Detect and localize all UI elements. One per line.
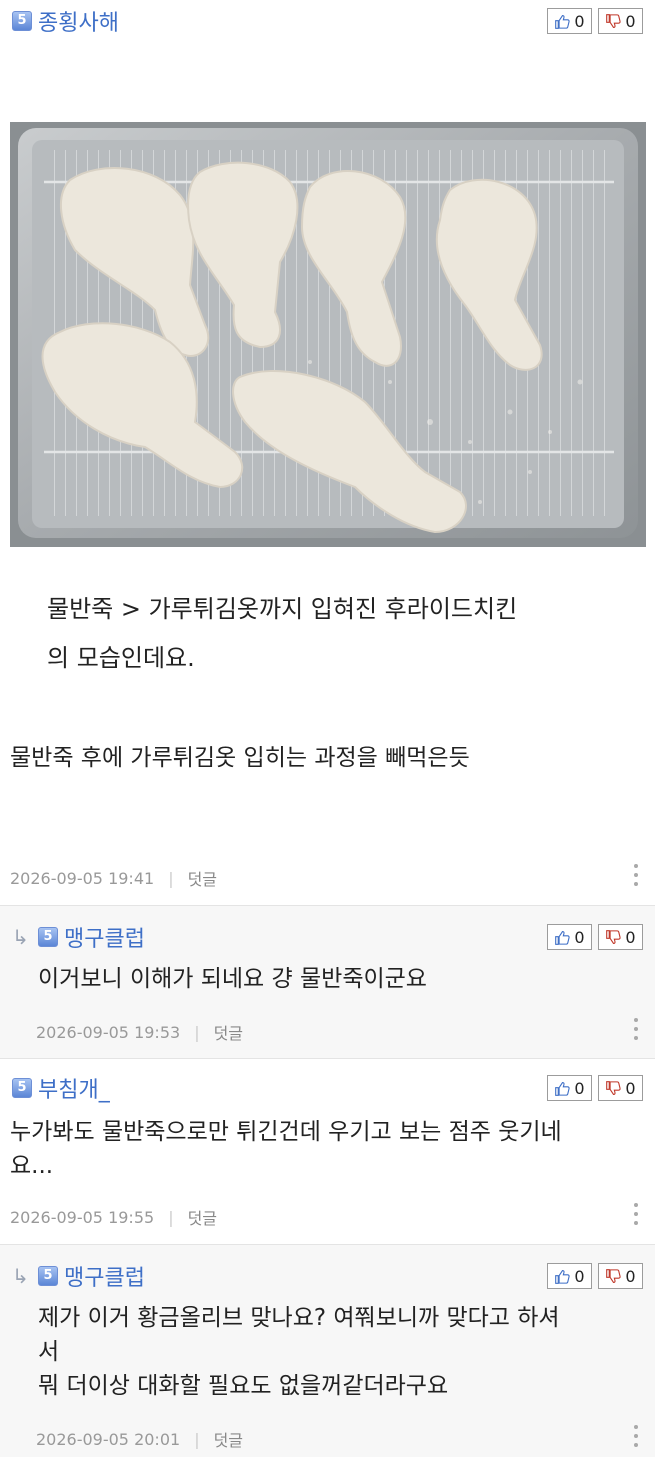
- comment-header: ↳ 5 맹구클럽: [12, 1261, 145, 1291]
- nickname-link[interactable]: 부침개_: [38, 1072, 110, 1104]
- dislike-button[interactable]: 0: [598, 924, 643, 950]
- level-badge: 5: [38, 1266, 58, 1286]
- comment-header: 5 종횡사해: [12, 6, 119, 36]
- like-button[interactable]: 0: [547, 924, 592, 950]
- comment-text: 누가봐도 물반죽으로만 튀긴건데 우기고 보는 점주 웃기네 요...: [10, 1115, 562, 1183]
- comment-date: 2026-09-05 19:41: [10, 868, 155, 888]
- comment-header: 5 부침개_: [12, 1073, 110, 1103]
- dislike-count: 0: [625, 1266, 636, 1286]
- quote-line: 의 모습인데요.: [47, 644, 195, 672]
- comment-meta: 2026-09-05 19:53 | 덧글: [36, 1020, 243, 1044]
- comment-text: 제가 이거 황금올리브 맞나요? 여쭤보니까 맞다고 하셔 서 뭐 더이상 대화…: [38, 1301, 560, 1403]
- separator: |: [194, 1429, 200, 1449]
- like-count: 0: [574, 11, 585, 31]
- more-vertical-icon[interactable]: [631, 1018, 641, 1040]
- more-vertical-icon[interactable]: [631, 1425, 641, 1447]
- reply-arrow-icon: ↳: [12, 1264, 29, 1288]
- comment-text: 이거보니 이해가 되네요 걍 물반죽이군요: [38, 966, 427, 992]
- dislike-count: 0: [625, 1078, 636, 1098]
- like-count: 0: [574, 1078, 585, 1098]
- level-badge: 5: [38, 927, 58, 947]
- quote-line: 물반죽 > 가루튀김옷까지 입혀진 후라이드치킨: [47, 595, 518, 623]
- nickname-link[interactable]: 종횡사해: [38, 5, 119, 37]
- vote-buttons: 0 0: [547, 1075, 643, 1101]
- like-button[interactable]: 0: [547, 8, 592, 34]
- thumbs-up-icon: [555, 14, 571, 29]
- vote-buttons: 0 0: [547, 924, 643, 950]
- like-button[interactable]: 0: [547, 1075, 592, 1101]
- separator: |: [168, 1207, 174, 1227]
- comment-text-line: 누가봐도 물반죽으로만 튀긴건데 우기고 보는 점주 웃기네: [10, 1119, 562, 1145]
- vote-buttons: 0 0: [547, 1263, 643, 1289]
- more-vertical-icon[interactable]: [631, 864, 641, 886]
- comment-text-line: 뭐 더이상 대화할 필요도 없을꺼같더라구요: [38, 1373, 449, 1399]
- dislike-button[interactable]: 0: [598, 1075, 643, 1101]
- level-badge: 5: [12, 11, 32, 31]
- comment-text: 물반죽 후에 가루튀김옷 입히는 과정을 빼먹은듯: [10, 745, 470, 771]
- more-vertical-icon[interactable]: [631, 1203, 641, 1225]
- comment-text-line: 제가 이거 황금올리브 맞나요? 여쭤보니까 맞다고 하셔: [38, 1305, 560, 1331]
- dislike-count: 0: [625, 11, 636, 31]
- reply-arrow-icon: ↳: [12, 925, 29, 949]
- reply-link[interactable]: 덧글: [214, 1427, 243, 1451]
- comment-header: ↳ 5 맹구클럽: [12, 922, 145, 952]
- attached-image: [10, 122, 646, 547]
- reply-link[interactable]: 덧글: [188, 866, 217, 890]
- separator: |: [168, 868, 174, 888]
- nickname-link[interactable]: 맹구클럽: [64, 921, 145, 953]
- thumbs-down-icon: [606, 1268, 622, 1283]
- nickname-link[interactable]: 맹구클럽: [64, 1260, 145, 1292]
- thumbs-up-icon: [555, 930, 571, 945]
- dislike-button[interactable]: 0: [598, 8, 643, 34]
- thumbs-up-icon: [555, 1081, 571, 1096]
- comment-date: 2026-09-05 19:53: [36, 1022, 181, 1042]
- comment-item: 5 부침개_ 0 0 누가봐도 물반죽으로만 튀긴건데 우기고 보는 점주 웃기…: [0, 1059, 655, 1244]
- comment-meta: 2026-09-05 20:01 | 덧글: [36, 1427, 243, 1451]
- separator: |: [194, 1022, 200, 1042]
- comment-reply-item: ↳ 5 맹구클럽 0 0 이거보니 이해가 되네요 걍 물반죽이군요 2026-…: [0, 905, 655, 1059]
- thumbs-up-icon: [555, 1269, 571, 1284]
- comment-date: 2026-09-05 20:01: [36, 1429, 181, 1449]
- reply-link[interactable]: 덧글: [214, 1020, 243, 1044]
- comment-text-line: 요...: [10, 1153, 54, 1179]
- comment-meta: 2026-09-05 19:41 | 덧글: [10, 866, 217, 890]
- comment-reply-item: ↳ 5 맹구클럽 0 0 제가 이거 황금올리브 맞나요? 여쭤보니까 맞다고 …: [0, 1244, 655, 1457]
- dislike-button[interactable]: 0: [598, 1263, 643, 1289]
- comment-date: 2026-09-05 19:55: [10, 1207, 155, 1227]
- comment-meta: 2026-09-05 19:55 | 덧글: [10, 1205, 217, 1229]
- vote-buttons: 0 0: [547, 8, 643, 34]
- dislike-count: 0: [625, 927, 636, 947]
- thumbs-down-icon: [606, 13, 622, 28]
- like-count: 0: [574, 927, 585, 947]
- level-badge: 5: [12, 1078, 32, 1098]
- like-count: 0: [574, 1266, 585, 1286]
- comment-text-line: 서: [38, 1339, 60, 1365]
- reply-link[interactable]: 덧글: [188, 1205, 217, 1229]
- like-button[interactable]: 0: [547, 1263, 592, 1289]
- comment-item: 5 종횡사해 0 0 물반죽 > 가루튀김옷까지 입혀진 후라이드치킨 의 모습…: [0, 0, 655, 905]
- quoted-text: 물반죽 > 가루튀김옷까지 입혀진 후라이드치킨 의 모습인데요.: [47, 585, 607, 683]
- thumbs-down-icon: [606, 929, 622, 944]
- thumbs-down-icon: [606, 1080, 622, 1095]
